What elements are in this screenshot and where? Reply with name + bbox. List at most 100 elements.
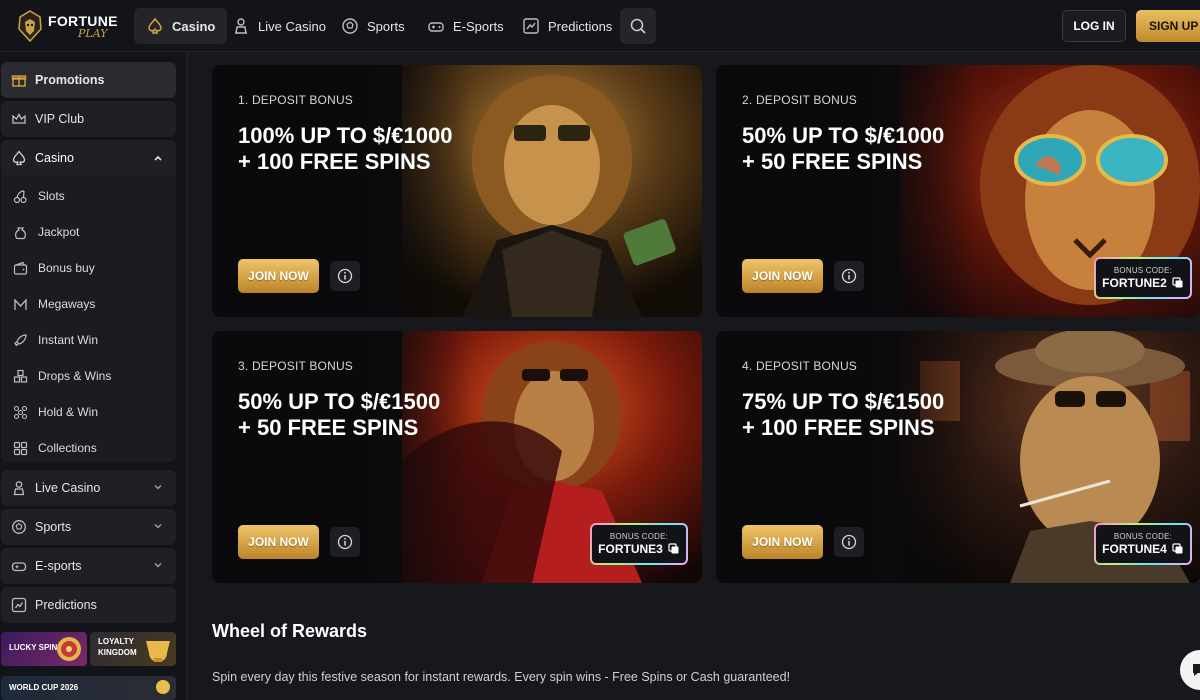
sidebar-item-jackpot[interactable]: Jackpot — [13, 218, 79, 246]
bonus-kicker: 2. DEPOSIT BONUS — [742, 93, 858, 107]
fortune-play-logo[interactable]: FORTUNE PLAY — [16, 6, 117, 46]
logo-subword: PLAY — [78, 26, 108, 40]
info-button[interactable] — [834, 261, 864, 291]
coins-grid-icon — [13, 405, 28, 419]
sidebar-item-drops-wins[interactable]: Drops & Wins — [13, 362, 111, 390]
sidebar-item-bonus-buy[interactable]: Bonus buy — [13, 254, 95, 282]
search-button[interactable] — [620, 8, 656, 44]
bonus-code-chip[interactable]: BONUS CODE: FORTUNE3 — [590, 523, 688, 565]
sidebar-item-label: Instant Win — [38, 333, 99, 347]
tab-esports-label: E-Sports — [453, 18, 504, 34]
sidebar-item-label: Slots — [38, 189, 65, 203]
sidebar-item-label: Collections — [38, 441, 97, 455]
bonus-kicker: 1. DEPOSIT BONUS — [238, 93, 354, 107]
bonus-title-line1: 75% UP TO $/€1500 — [742, 389, 945, 414]
bonus-title-line2: + 50 FREE SPINS — [742, 149, 923, 174]
football-icon — [342, 18, 358, 34]
tab-sports-label: Sports — [367, 18, 405, 34]
login-button[interactable]: LOG IN — [1062, 10, 1126, 42]
info-button[interactable] — [330, 261, 360, 291]
top-navigation-bar: FORTUNE PLAY Casino Live Casino Sports E… — [0, 0, 1200, 52]
sidebar-item-promotions[interactable]: Promotions — [1, 62, 176, 98]
world-cup-tile[interactable]: WORLD CUP 2026 — [1, 676, 176, 700]
sidebar-item-label: Jackpot — [38, 225, 80, 239]
cup-icon — [146, 641, 170, 662]
gift-icon — [11, 75, 27, 87]
kingdom-label: KINGDOM — [98, 648, 137, 657]
megaways-icon — [14, 297, 27, 310]
sidebar-item-label: Live Casino — [35, 481, 101, 495]
chat-icon — [1193, 664, 1200, 676]
lucky-spin-label: LUCKY SPIN — [9, 643, 58, 652]
wallet-icon — [13, 261, 28, 275]
lucky-spin-tile[interactable]: LUCKY SPIN — [1, 632, 87, 666]
copy-icon — [668, 543, 679, 554]
bonus-kicker: 3. DEPOSIT BONUS — [238, 359, 354, 373]
bonus-code-label: BONUS CODE: — [609, 532, 669, 541]
sidebar-item-live-casino[interactable]: Live Casino — [1, 470, 176, 506]
bonus-title-line2: + 50 FREE SPINS — [238, 415, 419, 440]
dealer-icon — [235, 18, 247, 34]
info-icon — [337, 268, 353, 284]
bonus-code-chip[interactable]: BONUS CODE: FORTUNE4 — [1094, 523, 1192, 565]
sidebar-item-hold-win[interactable]: Hold & Win — [13, 398, 98, 426]
sidebar-item-instant-win[interactable]: Instant Win — [13, 326, 98, 354]
tab-casino[interactable]: Casino — [134, 8, 228, 44]
football-icon — [12, 520, 26, 534]
chart-icon — [11, 597, 27, 613]
bonus-card: 3. DEPOSIT BONUS 50% UP TO $/€1500 + 50 … — [212, 331, 702, 583]
sidebar-item-sports[interactable]: Sports — [1, 509, 176, 545]
tab-live-casino-label: Live Casino — [258, 18, 326, 34]
tab-casino-label: Casino — [172, 18, 216, 34]
copy-icon — [1172, 543, 1183, 554]
sidebar-item-predictions[interactable]: Predictions — [1, 587, 176, 623]
gamepad-icon — [428, 22, 444, 32]
sidebar-item-esports[interactable]: E-sports — [1, 548, 176, 584]
sidebar-item-megaways[interactable]: Megaways — [13, 290, 95, 318]
cherries-icon — [13, 189, 27, 203]
sidebar-item-label: VIP Club — [35, 112, 85, 126]
bonus-title: 50% UP TO $/€1500 + 50 FREE SPINS — [238, 389, 440, 441]
bonus-title: 100% UP TO $/€1000 + 100 FREE SPINS — [238, 123, 452, 175]
sidebar-item-label: Drops & Wins — [38, 369, 112, 383]
chevron-down-icon — [154, 484, 162, 490]
wheel-icon — [57, 637, 81, 661]
join-now-button[interactable]: JOIN NOW — [238, 259, 319, 293]
tab-esports[interactable]: E-Sports — [415, 8, 516, 44]
bonus-title-line2: + 100 FREE SPINS — [238, 149, 431, 174]
sidebar-item-casino[interactable]: Casino — [1, 140, 176, 176]
tab-predictions-label: Predictions — [548, 18, 613, 34]
rocket-icon — [14, 333, 27, 346]
money-bag-icon — [15, 226, 26, 239]
bonus-card: 2. DEPOSIT BONUS 50% UP TO $/€1000 + 50 … — [716, 65, 1200, 317]
lion-logo-icon — [16, 8, 44, 44]
info-button[interactable] — [330, 527, 360, 557]
tab-live-casino[interactable]: Live Casino — [220, 8, 338, 44]
sidebar-item-collections[interactable]: Collections — [13, 434, 97, 462]
bonus-code-value: FORTUNE3 — [598, 542, 663, 556]
info-button[interactable] — [834, 527, 864, 557]
boxes-icon — [13, 369, 28, 383]
join-now-button[interactable]: JOIN NOW — [238, 525, 319, 559]
bonus-code-chip[interactable]: BONUS CODE: FORTUNE2 — [1094, 257, 1192, 299]
signup-button[interactable]: SIGN UP — [1136, 10, 1200, 42]
sidebar-item-label: Casino — [35, 151, 74, 165]
tab-predictions[interactable]: Predictions — [510, 8, 624, 44]
sidebar-item-label: Hold & Win — [38, 405, 99, 419]
loyalty-kingdom-tile[interactable]: LOYALTY KINGDOM — [90, 632, 176, 666]
sidebar-casino-group: Casino Slots Jackpot Bonus buy Megaways … — [1, 140, 176, 462]
crown-icon — [12, 113, 26, 124]
sidebar-item-label: E-sports — [35, 559, 82, 573]
sidebar-item-vip-club[interactable]: VIP Club — [1, 101, 176, 137]
sidebar-item-label: Predictions — [35, 598, 97, 612]
chevron-down-icon — [154, 523, 162, 529]
join-now-button[interactable]: JOIN NOW — [742, 259, 823, 293]
sidebar-item-label: Promotions — [35, 73, 105, 87]
join-now-button[interactable]: JOIN NOW — [742, 525, 823, 559]
tab-sports[interactable]: Sports — [329, 8, 417, 44]
sidebar-item-slots[interactable]: Slots — [13, 182, 65, 210]
chevron-up-icon — [154, 155, 162, 161]
chart-icon — [523, 18, 539, 34]
chat-support-button[interactable] — [1180, 650, 1200, 690]
bonus-title-line1: 50% UP TO $/€1000 — [742, 123, 945, 148]
